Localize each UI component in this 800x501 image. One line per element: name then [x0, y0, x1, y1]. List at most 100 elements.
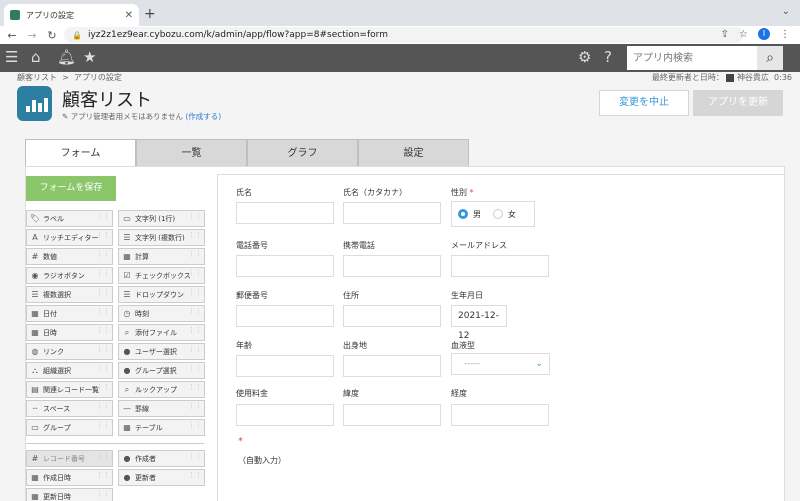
share-icon[interactable]: ⇪ — [721, 29, 729, 40]
palette-item[interactable]: ☰ 文字列 (複数行) ⋮⋮ — [118, 229, 205, 246]
drag-handle-icon[interactable]: ⋮⋮ — [96, 453, 110, 460]
drag-handle-icon[interactable]: ⋮⋮ — [188, 213, 202, 220]
palette-item[interactable]: 🏷 ラベル ⋮⋮ — [26, 210, 113, 227]
drag-handle-icon[interactable]: ⋮⋮ — [188, 270, 202, 277]
palette-item[interactable]: ◍ リンク ⋮⋮ — [26, 343, 113, 360]
longitude-input[interactable] — [451, 404, 549, 426]
name-kana-input[interactable] — [343, 202, 441, 224]
tab-form[interactable]: フォーム — [25, 139, 136, 166]
birthday-date-input[interactable]: 2021-12-12 — [451, 305, 507, 341]
postal-input[interactable] — [236, 305, 334, 327]
palette-item[interactable]: ◷ 時刻 ⋮⋮ — [118, 305, 205, 322]
browser-tab[interactable]: アプリの設定 ✕ — [4, 4, 139, 26]
back-icon[interactable]: ← — [4, 29, 20, 42]
palette-item[interactable]: # レコード番号 ⋮⋮ — [26, 450, 113, 467]
breadcrumb-root-link[interactable]: 顧客リスト — [17, 73, 57, 82]
palette-item[interactable]: ☰ 複数選択 ⋮⋮ — [26, 286, 113, 303]
palette-item[interactable]: ▭ グループ ⋮⋮ — [26, 419, 113, 436]
drag-handle-icon[interactable]: ⋮⋮ — [188, 472, 202, 479]
drag-handle-icon[interactable]: ⋮⋮ — [188, 365, 202, 372]
address-input[interactable] — [343, 305, 441, 327]
drag-handle-icon[interactable]: ⋮⋮ — [96, 251, 110, 258]
drag-handle-icon[interactable]: ⋮⋮ — [188, 422, 202, 429]
home-icon[interactable]: ⌂ — [31, 48, 41, 66]
age-input[interactable] — [236, 355, 334, 377]
reload-icon[interactable]: ↻ — [44, 29, 60, 42]
hamburger-menu-icon[interactable]: ☰ — [5, 48, 18, 66]
address-bar[interactable]: 🔒 iyz2z1ez9ear.cybozu.com/k/admin/app/fl… — [64, 27, 744, 43]
drag-handle-icon[interactable]: ⋮⋮ — [96, 365, 110, 372]
drag-handle-icon[interactable]: ⋮⋮ — [188, 346, 202, 353]
bookmark-star-icon[interactable]: ☆ — [739, 29, 748, 40]
forward-icon[interactable]: → — [24, 29, 40, 42]
help-icon[interactable]: ? — [604, 48, 612, 66]
palette-item[interactable]: ◉ ラジオボタン ⋮⋮ — [26, 267, 113, 284]
tab-settings[interactable]: 設定 — [358, 139, 469, 166]
star-icon[interactable]: ★ — [83, 48, 96, 66]
palette-item[interactable]: # 数値 ⋮⋮ — [26, 248, 113, 265]
drag-handle-icon[interactable]: ⋮⋮ — [96, 384, 110, 391]
close-icon[interactable]: ✕ — [125, 10, 133, 21]
new-tab-icon[interactable]: + — [144, 6, 156, 22]
palette-item[interactable]: ⌕ ルックアップ ⋮⋮ — [118, 381, 205, 398]
mobile-input[interactable] — [343, 255, 441, 277]
drag-handle-icon[interactable]: ⋮⋮ — [96, 289, 110, 296]
search-icon[interactable]: ⌕ — [757, 46, 783, 70]
latitude-input[interactable] — [343, 404, 441, 426]
bell-icon[interactable]: 🔔︎ — [57, 48, 76, 66]
create-memo-link[interactable]: (作成する) — [185, 112, 221, 121]
cancel-changes-button[interactable]: 変更を中止 — [599, 90, 689, 116]
drag-handle-icon[interactable]: ⋮⋮ — [188, 251, 202, 258]
drag-handle-icon[interactable]: ⋮⋮ — [188, 327, 202, 334]
palette-item[interactable]: ▦ 日時 ⋮⋮ — [26, 324, 113, 341]
palette-item[interactable]: ▦ 日付 ⋮⋮ — [26, 305, 113, 322]
drag-handle-icon[interactable]: ⋮⋮ — [96, 472, 110, 479]
drag-handle-icon[interactable]: ⋮⋮ — [188, 308, 202, 315]
email-input[interactable] — [451, 255, 549, 277]
phone-input[interactable] — [236, 255, 334, 277]
palette-item[interactable]: ● ユーザー選択 ⋮⋮ — [118, 343, 205, 360]
drag-handle-icon[interactable]: ⋮⋮ — [96, 327, 110, 334]
drag-handle-icon[interactable]: ⋮⋮ — [96, 491, 110, 498]
palette-item[interactable]: A リッチエディター ⋮⋮ — [26, 229, 113, 246]
gear-icon[interactable]: ⚙ — [578, 48, 591, 66]
palette-item[interactable]: ▤ 関連レコード一覧 ⋮⋮ — [26, 381, 113, 398]
drag-handle-icon[interactable]: ⋮⋮ — [96, 422, 110, 429]
chevron-down-icon[interactable]: ⌄ — [782, 6, 790, 17]
profile-avatar-icon[interactable]: I — [758, 28, 770, 40]
blood-type-dropdown[interactable]: ----- ⌄ — [451, 353, 550, 375]
palette-item[interactable]: ● グループ選択 ⋮⋮ — [118, 362, 205, 379]
drag-handle-icon[interactable]: ⋮⋮ — [96, 270, 110, 277]
palette-item[interactable]: ▦ テーブル ⋮⋮ — [118, 419, 205, 436]
birthplace-input[interactable] — [343, 355, 441, 377]
drag-handle-icon[interactable]: ⋮⋮ — [96, 403, 110, 410]
palette-item[interactable]: — 罫線 ⋮⋮ — [118, 400, 205, 417]
drag-handle-icon[interactable]: ⋮⋮ — [96, 213, 110, 220]
update-app-button[interactable]: アプリを更新 — [693, 90, 783, 116]
auto-input-field[interactable]: （自動入力） — [238, 455, 286, 466]
palette-item[interactable]: ☑ チェックボックス ⋮⋮ — [118, 267, 205, 284]
drag-handle-icon[interactable]: ⋮⋮ — [188, 403, 202, 410]
gender-male-radio[interactable] — [458, 209, 468, 219]
palette-item[interactable]: ┄ スペース ⋮⋮ — [26, 400, 113, 417]
app-search-input[interactable] — [627, 46, 757, 70]
drag-handle-icon[interactable]: ⋮⋮ — [188, 232, 202, 239]
palette-item[interactable]: ⌕ 添付ファイル ⋮⋮ — [118, 324, 205, 341]
save-form-button[interactable]: フォームを保存 — [26, 176, 116, 201]
last-updated-user[interactable]: 神谷貴広 — [737, 73, 769, 82]
tab-graph[interactable]: グラフ — [247, 139, 358, 166]
drag-handle-icon[interactable]: ⋮⋮ — [96, 308, 110, 315]
drag-handle-icon[interactable]: ⋮⋮ — [188, 453, 202, 460]
fee-input[interactable] — [236, 404, 334, 426]
palette-item[interactable]: ☰ ドロップダウン ⋮⋮ — [118, 286, 205, 303]
drag-handle-icon[interactable]: ⋮⋮ — [96, 232, 110, 239]
palette-item[interactable]: ● 作成者 ⋮⋮ — [118, 450, 205, 467]
menu-kebab-icon[interactable]: ⋮ — [780, 29, 790, 40]
drag-handle-icon[interactable]: ⋮⋮ — [188, 384, 202, 391]
tab-list[interactable]: 一覧 — [136, 139, 247, 166]
palette-item[interactable]: ▭ 文字列 (1行) ⋮⋮ — [118, 210, 205, 227]
palette-item[interactable]: ▦ 計算 ⋮⋮ — [118, 248, 205, 265]
palette-item[interactable]: ▦ 作成日時 ⋮⋮ — [26, 469, 113, 486]
palette-item[interactable]: ▦ 更新日時 ⋮⋮ — [26, 488, 113, 501]
drag-handle-icon[interactable]: ⋮⋮ — [96, 346, 110, 353]
